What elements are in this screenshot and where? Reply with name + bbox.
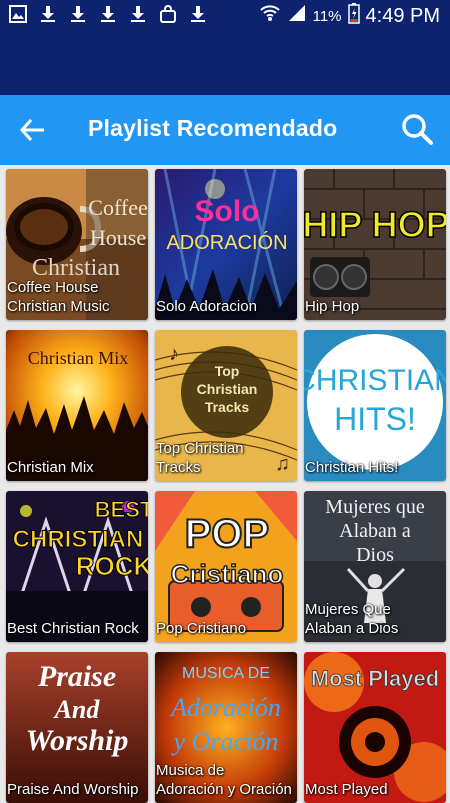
svg-text:BEST: BEST — [95, 497, 148, 522]
svg-text:Most Played: Most Played — [311, 666, 439, 691]
svg-text:Worship: Worship — [26, 724, 129, 757]
svg-text:ADORACIÓN: ADORACIÓN — [166, 231, 287, 254]
playlist-tile[interactable]: CHRISTIAN HITS! Christian Hits! — [304, 330, 446, 481]
svg-text:Cristiano: Cristiano — [171, 559, 284, 589]
svg-text:House: House — [90, 225, 146, 250]
svg-text:Solo: Solo — [195, 195, 260, 228]
playlist-tile[interactable]: Praise And Worship Praise And Worship — [6, 652, 148, 803]
svg-text:CHRISTIAN: CHRISTIAN — [304, 364, 446, 397]
download-icon — [38, 4, 58, 24]
svg-text:Alaban a: Alaban a — [339, 520, 411, 542]
playlist-tile[interactable]: Mujeres que Alaban a Dios Mujeres Que Al… — [304, 491, 446, 642]
svg-text:HIP HOP: HIP HOP — [304, 204, 446, 245]
status-bar: 11% 4:49 PM — [0, 0, 450, 28]
bag-icon — [158, 4, 178, 24]
download-icon — [188, 4, 208, 24]
playlist-label: Pop Cristiano — [156, 620, 247, 637]
svg-text:♪: ♪ — [169, 343, 179, 365]
playlist-grid: Coffee House Christian Coffee House Chri… — [6, 169, 446, 803]
svg-text:Tracks: Tracks — [205, 399, 250, 415]
image-icon — [8, 4, 28, 24]
svg-text:Dios: Dios — [356, 544, 394, 566]
svg-text:And: And — [53, 695, 101, 724]
playlist-label: Hip Hop — [305, 298, 360, 315]
svg-text:Adoración: Adoración — [169, 693, 281, 722]
svg-text:ROCK: ROCK — [76, 551, 148, 581]
battery-icon — [347, 2, 360, 30]
wifi-icon — [259, 3, 281, 29]
playlist-label: Musica de Adoración y Oración — [156, 762, 292, 798]
svg-text:Top: Top — [215, 363, 240, 379]
notification-icons — [8, 4, 208, 24]
arrow-left-icon — [18, 118, 48, 148]
download-icon — [98, 4, 118, 24]
search-icon — [400, 114, 434, 150]
playlist-tile[interactable]: MUSICA DE Adoración y Oración Musica de … — [155, 652, 297, 803]
header-spacer — [0, 28, 450, 95]
playlist-tile[interactable]: HIP HOP Hip Hop — [304, 169, 446, 320]
page-title: Playlist Recomendado — [88, 115, 338, 141]
svg-text:Christian: Christian — [197, 381, 258, 397]
playlist-label: Mujeres Que Alaban a Dios — [305, 601, 399, 637]
playlist-tile[interactable]: BEST CHRISTIAN ROCK Best Christian Rock — [6, 491, 148, 642]
svg-text:Praise: Praise — [37, 660, 116, 693]
download-icon — [68, 4, 88, 24]
playlist-label: Christian Mix — [7, 459, 94, 476]
playlist-tile[interactable]: Top Christian Tracks ♪ ♫ Top Christian T… — [155, 330, 297, 481]
playlist-tile[interactable]: Coffee House Christian Coffee House Chri… — [6, 169, 148, 320]
svg-text:POP: POP — [185, 512, 269, 556]
playlist-label: Solo Adoracion — [156, 298, 257, 315]
svg-text:Mujeres que: Mujeres que — [325, 496, 425, 518]
playlist-tile[interactable]: Christian Mix Christian Mix — [6, 330, 148, 481]
app-bar: Playlist Recomendado — [0, 95, 450, 165]
svg-text:CHRISTIAN: CHRISTIAN — [13, 526, 144, 553]
playlist-label: Best Christian Rock — [7, 620, 139, 637]
playlist-tile[interactable]: Solo ADORACIÓN Solo Adoracion — [155, 169, 297, 320]
back-button[interactable] — [18, 116, 48, 144]
playlist-tile[interactable]: POP Cristiano Pop Cristiano — [155, 491, 297, 642]
svg-text:HITS!: HITS! — [334, 401, 416, 437]
battery-percent: 11% — [312, 7, 342, 25]
playlist-label: Christian Hits! — [305, 459, 399, 476]
download-icon — [128, 4, 148, 24]
playlist-tile[interactable]: Most Played Most Played — [304, 652, 446, 803]
playlist-label: Top Christian Tracks — [156, 440, 244, 476]
svg-text:Coffee: Coffee — [88, 195, 147, 220]
svg-text:y Oración: y Oración — [171, 727, 279, 756]
search-button[interactable] — [400, 112, 434, 146]
playlist-label: Coffee House Christian Music — [7, 279, 110, 315]
svg-text:MUSICA DE: MUSICA DE — [182, 665, 270, 682]
signal-icon — [287, 3, 307, 29]
svg-text:Christian Mix: Christian Mix — [28, 348, 129, 368]
clock: 4:49 PM — [365, 4, 440, 27]
